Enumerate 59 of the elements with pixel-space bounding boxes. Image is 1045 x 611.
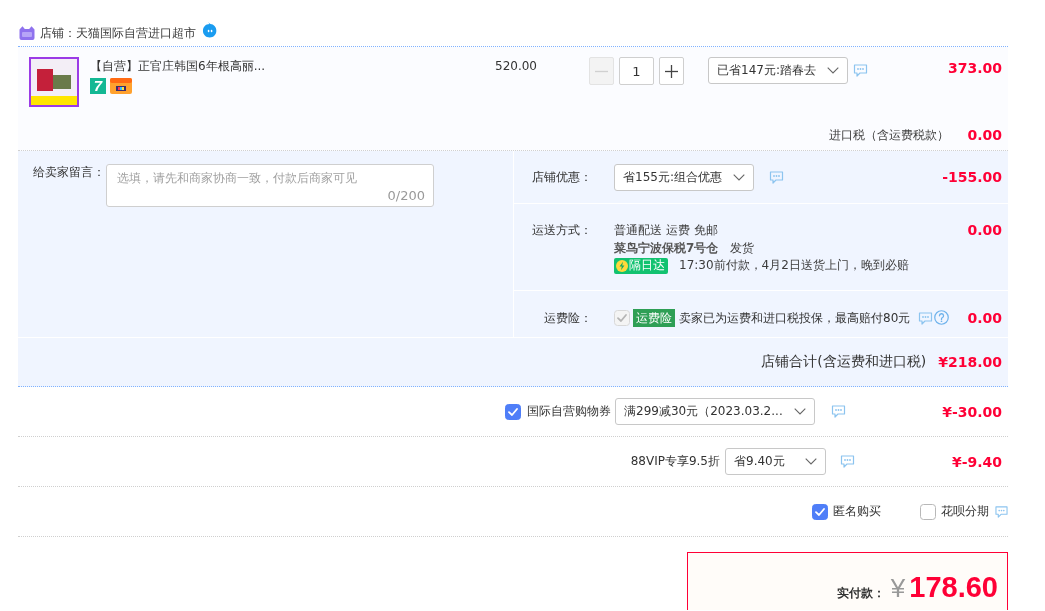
coupon-dropdown[interactable]: 满299减30元（2023.03.2... <box>615 398 815 425</box>
card-icon <box>110 78 132 94</box>
currency-symbol: ¥ <box>890 573 906 604</box>
coupon-label: 国际自营购物券 <box>527 403 611 420</box>
insurance-label: 运费险： <box>543 310 592 327</box>
option-label: 花呗分期 <box>941 503 989 520</box>
option-label: 匿名购买 <box>833 503 881 520</box>
droplet-icon[interactable] <box>202 22 217 38</box>
shipping-amount: 0.00 <box>966 222 1002 239</box>
payment-label: 实付款： <box>836 585 885 602</box>
vip-discount-amount: ¥-9.40 <box>950 452 1003 472</box>
chat-icon[interactable] <box>918 312 934 325</box>
help-icon[interactable] <box>934 310 950 325</box>
caret-icon <box>794 408 806 415</box>
shop-total-label: 店铺合计(含运费和进口税) <box>761 353 927 371</box>
chat-icon[interactable] <box>853 64 868 77</box>
message-label: 给卖家留言： <box>33 164 106 180</box>
quantity-field[interactable]: 1 <box>619 57 654 85</box>
product-title[interactable]: 【自营】正官庄韩国6年根高丽... <box>90 57 495 75</box>
warehouse-name: 菜鸟宁波保税7号仓 <box>614 239 719 257</box>
delivery-promise: 17:30前付款，4月2日送货上门，晚到必赔 <box>679 257 909 274</box>
cat-head-icon <box>19 26 35 40</box>
lightning-icon <box>616 259 628 272</box>
discount-amount: -155.00 <box>941 168 1002 187</box>
discount-dropdown[interactable]: 省155元:组合优惠 <box>614 164 754 191</box>
option-checkbox[interactable] <box>812 503 828 520</box>
coupon-amount: ¥-30.00 <box>941 402 1003 422</box>
number-tag: 7 <box>90 78 106 94</box>
caret-icon <box>805 458 817 465</box>
insurance-text: 卖家已为运费和进口税投保，最高赔付80元 <box>679 310 911 327</box>
chat-icon[interactable] <box>831 405 846 418</box>
discount-label: 店铺优惠： <box>531 169 592 186</box>
option-checkbox[interactable] <box>920 503 936 520</box>
insurance-tag: 运费险 <box>633 309 675 327</box>
increase-button[interactable] <box>659 57 684 85</box>
caret-icon <box>733 174 745 181</box>
shop-name: 店铺：天猫国际自营进口超市 <box>40 24 196 42</box>
char-counter: 0/200 <box>387 188 425 204</box>
item-subtotal: 373.00 <box>946 59 1002 78</box>
shipping-method: 普通配送 运费 免邮 <box>614 222 719 239</box>
import-tax-label: 进口税（含运费税款） <box>829 127 950 144</box>
shop-total-amount: ¥218.00 <box>938 354 1002 370</box>
vip-discount-dropdown[interactable]: 省9.40元 <box>725 448 826 475</box>
promotion-dropdown[interactable]: 已省147元:踏春去 <box>708 57 848 84</box>
plus-icon <box>665 64 678 78</box>
payment-amount: 178.60 <box>909 571 998 604</box>
next-day-tag-text: 隔日达 <box>629 257 665 274</box>
product-photo[interactable] <box>29 57 79 107</box>
caret-icon <box>827 67 839 74</box>
chat-icon[interactable] <box>769 171 784 184</box>
import-tax-amount: 0.00 <box>967 126 1002 145</box>
coupon-checkbox[interactable] <box>505 403 521 420</box>
insurance-amount: 0.00 <box>966 309 1002 327</box>
dispatch-text: 发货 <box>730 239 755 257</box>
shipping-label: 运送方式： <box>531 222 592 239</box>
chat-icon[interactable] <box>840 455 855 468</box>
unit-price: 520.00 <box>495 58 538 75</box>
chat-icon[interactable] <box>995 505 1008 518</box>
vip-discount-label: 88VIP专享9.5折 <box>630 453 720 470</box>
